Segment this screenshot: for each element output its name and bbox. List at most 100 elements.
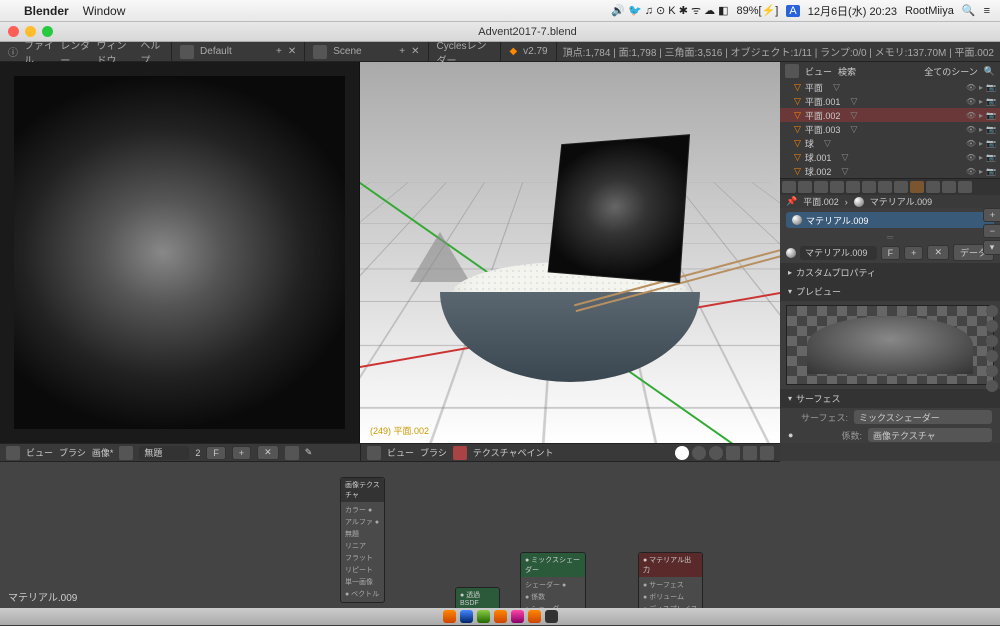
vp-mode-select[interactable]: テクスチャペイント <box>473 446 554 459</box>
overlays-button[interactable] <box>726 446 740 460</box>
material-specials-button[interactable]: ▾ <box>983 240 1000 255</box>
material-remove-button[interactable]: − <box>983 224 1000 238</box>
outliner-item[interactable]: ▽球.001▽👁▸📷 <box>780 150 1000 164</box>
uv-mode-icon[interactable] <box>119 446 133 460</box>
uv-pin-icon[interactable] <box>285 446 299 460</box>
selectable-icon[interactable]: ▸ <box>979 83 983 92</box>
material-add-button[interactable]: + <box>983 208 1000 222</box>
render-icon[interactable]: 📷 <box>986 167 996 176</box>
visibility-icon[interactable]: 👁 <box>966 97 976 106</box>
outliner-item[interactable]: ▽平面▽👁▸📷 <box>780 80 1000 94</box>
uv-unlink-button[interactable]: ✕ <box>257 445 279 460</box>
pin-icon[interactable]: 📌 <box>786 196 797 207</box>
clock[interactable]: 12月6日(水) 20:23 <box>808 3 897 19</box>
shading-rendered-button[interactable] <box>709 446 723 460</box>
uv-add-button[interactable]: + <box>232 446 251 460</box>
info-editor-icon[interactable]: ⓘ <box>8 44 18 59</box>
visibility-icon[interactable]: 👁 <box>966 111 976 120</box>
tab-constraints[interactable] <box>862 181 876 193</box>
selectable-icon[interactable]: ▸ <box>979 111 983 120</box>
material-context[interactable]: マテリアル.009 <box>870 195 932 208</box>
scene-remove-button[interactable]: ✕ <box>411 46 419 57</box>
preview-sphere-button[interactable] <box>986 320 998 332</box>
spotlight-icon[interactable]: 🔍 <box>962 4 976 17</box>
tab-world[interactable] <box>830 181 844 193</box>
selectable-icon[interactable]: ▸ <box>979 167 983 176</box>
tab-scene[interactable] <box>814 181 828 193</box>
zoom-window-button[interactable] <box>42 26 53 37</box>
tab-physics[interactable] <box>958 181 972 193</box>
selectable-icon[interactable]: ▸ <box>979 97 983 106</box>
outliner-filter-select[interactable]: 全てのシーン <box>924 65 978 78</box>
node-transparent-bsdf[interactable]: ● 透過BSDF BSDF ●● カラー <box>455 587 500 608</box>
uv-image-select[interactable]: 無題 <box>139 446 189 460</box>
preview-world-button[interactable] <box>986 380 998 392</box>
vp-mode-icon[interactable] <box>453 446 467 460</box>
status-icons[interactable]: 🔊 🐦 ♫ ⊙ K ✱ ᯤ ☁ ◧ <box>611 3 728 18</box>
tab-particles[interactable] <box>942 181 956 193</box>
layout-remove-button[interactable]: ✕ <box>288 46 296 57</box>
uv-users[interactable]: 2 <box>195 448 200 458</box>
selectable-icon[interactable]: ▸ <box>979 125 983 134</box>
selectable-icon[interactable]: ▸ <box>979 139 983 148</box>
preview-cube-button[interactable] <box>986 335 998 347</box>
tab-data[interactable] <box>894 181 908 193</box>
node-canvas[interactable]: 画像テクスチャ カラー ●アルファ ●無題リニアフラットリピート単一画像● ベク… <box>0 462 780 608</box>
render-icon[interactable]: 📷 <box>986 83 996 92</box>
render-icon[interactable]: 📷 <box>986 97 996 106</box>
minimize-window-button[interactable] <box>25 26 36 37</box>
app-name[interactable]: Blender <box>24 4 69 18</box>
visibility-icon[interactable]: 👁 <box>966 125 976 134</box>
viewport-editor-type-icon[interactable] <box>367 446 381 460</box>
tab-material[interactable] <box>910 181 924 193</box>
visibility-icon[interactable]: 👁 <box>966 83 976 92</box>
material-new-button[interactable]: + <box>904 246 923 260</box>
screen-layout-select[interactable]: Default <box>200 46 270 57</box>
close-window-button[interactable] <box>8 26 19 37</box>
outliner-view-menu[interactable]: ビュー <box>805 65 832 78</box>
shading-material-button[interactable] <box>692 446 706 460</box>
preview-hair-button[interactable] <box>986 365 998 377</box>
render-icon[interactable]: 📷 <box>986 139 996 148</box>
section-custom-props[interactable]: カスタムプロパティ <box>780 263 1000 282</box>
node-mix-shader[interactable]: ● ミックスシェーダー シェーダー ●● 係数● シェーダー● シェーダー <box>520 552 586 608</box>
layout-add-button[interactable]: + <box>276 46 282 57</box>
vp-view-menu[interactable]: ビュー <box>387 446 414 459</box>
uv-canvas[interactable] <box>0 62 359 443</box>
macos-dock[interactable] <box>0 608 1000 625</box>
uv-editor-type-icon[interactable] <box>6 446 20 460</box>
render-icon[interactable]: 📷 <box>986 153 996 162</box>
uv-view-menu[interactable]: ビュー <box>26 446 53 459</box>
viewport-canvas[interactable]: (249) 平面.002 <box>360 62 780 443</box>
outliner-editor-icon[interactable] <box>785 64 799 78</box>
battery-indicator[interactable]: 89%[⚡] <box>737 4 779 17</box>
window-menu[interactable]: Window <box>83 4 126 18</box>
fac-select[interactable]: 画像テクスチャ <box>868 428 992 442</box>
shading-solid-button[interactable] <box>675 446 689 460</box>
material-browse-icon[interactable] <box>786 248 796 258</box>
render-icon[interactable]: 📷 <box>986 125 996 134</box>
preview-flat-button[interactable] <box>986 305 998 317</box>
screen-layout-icon[interactable] <box>180 45 194 59</box>
tab-modifiers[interactable] <box>878 181 892 193</box>
outliner-item[interactable]: ▽平面.001▽👁▸📷 <box>780 94 1000 108</box>
outliner-item[interactable]: ▽球▽👁▸📷 <box>780 136 1000 150</box>
material-fake-user-button[interactable]: F <box>881 246 901 260</box>
scene-select[interactable]: Scene <box>333 46 393 57</box>
uv-image-menu[interactable]: 画像* <box>92 446 114 459</box>
vp-brush-menu[interactable]: ブラシ <box>420 446 447 459</box>
surface-shader-select[interactable]: ミックスシェーダー <box>854 410 992 424</box>
outliner-search-menu[interactable]: 検索 <box>838 65 856 78</box>
snap-button[interactable] <box>760 446 774 460</box>
tab-render[interactable] <box>782 181 796 193</box>
visibility-icon[interactable]: 👁 <box>966 153 976 162</box>
outliner-search-icon[interactable]: 🔍 <box>984 66 995 77</box>
tab-object[interactable] <box>846 181 860 193</box>
material-unlink-button[interactable]: ✕ <box>927 245 949 260</box>
visibility-icon[interactable]: 👁 <box>966 167 976 176</box>
scene-add-button[interactable]: + <box>399 46 405 57</box>
uv-brush-menu[interactable]: ブラシ <box>59 446 86 459</box>
ime-indicator[interactable]: A <box>786 5 799 17</box>
visibility-icon[interactable]: 👁 <box>966 139 976 148</box>
uv-tool-icon[interactable]: ✎ <box>305 447 313 458</box>
